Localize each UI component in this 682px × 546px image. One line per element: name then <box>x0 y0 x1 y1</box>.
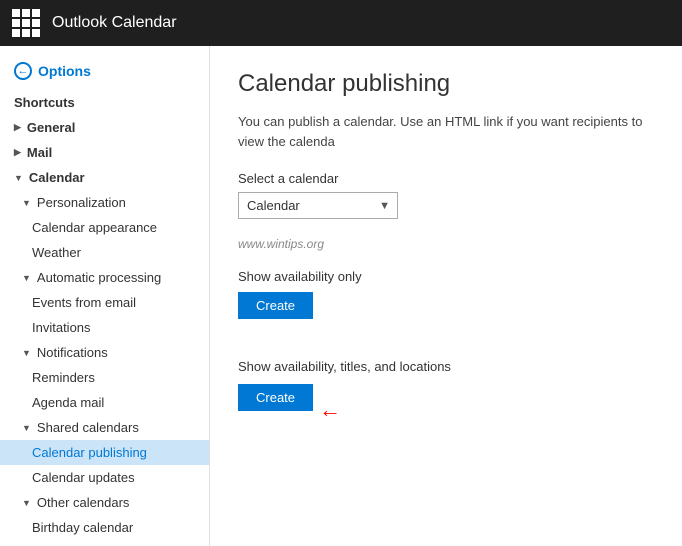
sidebar: Options Shortcuts ▶ General ▶ Mail ▼ Cal… <box>0 46 210 546</box>
invitations-label: Invitations <box>32 320 91 335</box>
sidebar-item-shared-calendars[interactable]: ▼ Shared calendars <box>0 415 209 440</box>
general-label: General <box>27 120 75 135</box>
page-title: Calendar publishing <box>238 70 654 98</box>
sidebar-item-calendar[interactable]: ▼ Calendar <box>0 165 209 190</box>
calendar-select-wrapper: Calendar ▼ <box>238 192 398 219</box>
availability-titles-label: Show availability, titles, and locations <box>238 359 654 374</box>
auto-processing-label: Automatic processing <box>37 270 161 285</box>
sidebar-item-invitations[interactable]: Invitations <box>0 315 209 340</box>
content-area: Calendar publishing You can publish a ca… <box>210 46 682 546</box>
shared-calendars-label: Shared calendars <box>37 420 139 435</box>
sidebar-item-events-from-email[interactable]: Events from email <box>0 290 209 315</box>
watermark-text: www.wintips.org <box>238 237 654 251</box>
app-grid-icon[interactable] <box>12 9 40 37</box>
shortcuts-label: Shortcuts <box>14 95 75 110</box>
calendar-appearance-label: Calendar appearance <box>32 220 157 235</box>
sidebar-item-general[interactable]: ▶ General <box>0 115 209 140</box>
auto-processing-triangle: ▼ <box>22 273 31 283</box>
sidebar-item-agenda-mail[interactable]: Agenda mail <box>0 390 209 415</box>
main-layout: Options Shortcuts ▶ General ▶ Mail ▼ Cal… <box>0 46 682 546</box>
back-arrow-icon <box>14 62 32 80</box>
general-triangle: ▶ <box>14 122 21 133</box>
sidebar-item-calendar-updates[interactable]: Calendar updates <box>0 465 209 490</box>
sidebar-item-other-calendars[interactable]: ▼ Other calendars <box>0 490 209 515</box>
select-calendar-label: Select a calendar <box>238 171 654 186</box>
weather-label: Weather <box>32 245 81 260</box>
calendar-select[interactable]: Calendar <box>238 192 398 219</box>
calendar-updates-label: Calendar updates <box>32 470 135 485</box>
availability-only-label: Show availability only <box>238 269 654 284</box>
events-from-email-label: Events from email <box>32 295 136 310</box>
agenda-mail-label: Agenda mail <box>32 395 104 410</box>
top-bar: Outlook Calendar <box>0 0 682 46</box>
calendar-label: Calendar <box>29 170 85 185</box>
shared-calendars-triangle: ▼ <box>22 423 31 433</box>
mail-triangle: ▶ <box>14 147 21 158</box>
sidebar-item-shortcuts[interactable]: Shortcuts <box>0 90 209 115</box>
notifications-label: Notifications <box>37 345 108 360</box>
availability-only-section: Show availability only Create <box>238 269 654 343</box>
create-with-arrow-container: Create ← <box>238 384 341 435</box>
options-back-button[interactable]: Options <box>0 56 209 90</box>
sidebar-item-weather[interactable]: Weather <box>0 240 209 265</box>
other-calendars-triangle: ▼ <box>22 498 31 508</box>
options-label: Options <box>38 63 91 79</box>
availability-titles-section: Show availability, titles, and locations… <box>238 359 654 435</box>
other-calendars-label: Other calendars <box>37 495 130 510</box>
calendar-triangle: ▼ <box>14 173 23 183</box>
notifications-triangle: ▼ <box>22 348 31 358</box>
sidebar-item-notifications[interactable]: ▼ Notifications <box>0 340 209 365</box>
mail-label: Mail <box>27 145 52 160</box>
sidebar-item-reminders[interactable]: Reminders <box>0 365 209 390</box>
create-availability-titles-button[interactable]: Create <box>238 384 313 411</box>
app-title: Outlook Calendar <box>52 14 177 32</box>
sidebar-item-people[interactable]: ▶ People <box>0 540 209 546</box>
sidebar-item-birthday-calendar[interactable]: Birthday calendar <box>0 515 209 540</box>
sidebar-item-personalization[interactable]: ▼ Personalization <box>0 190 209 215</box>
sidebar-item-calendar-publishing[interactable]: Calendar publishing <box>0 440 209 465</box>
description-text: You can publish a calendar. Use an HTML … <box>238 112 654 151</box>
personalization-triangle: ▼ <box>22 198 31 208</box>
sidebar-item-calendar-appearance[interactable]: Calendar appearance <box>0 215 209 240</box>
sidebar-item-mail[interactable]: ▶ Mail <box>0 140 209 165</box>
birthday-calendar-label: Birthday calendar <box>32 520 133 535</box>
red-arrow-icon: ← <box>319 399 341 421</box>
reminders-label: Reminders <box>32 370 95 385</box>
calendar-publishing-label: Calendar publishing <box>32 445 147 460</box>
create-availability-only-button[interactable]: Create <box>238 292 313 319</box>
personalization-label: Personalization <box>37 195 126 210</box>
sidebar-item-automatic-processing[interactable]: ▼ Automatic processing <box>0 265 209 290</box>
